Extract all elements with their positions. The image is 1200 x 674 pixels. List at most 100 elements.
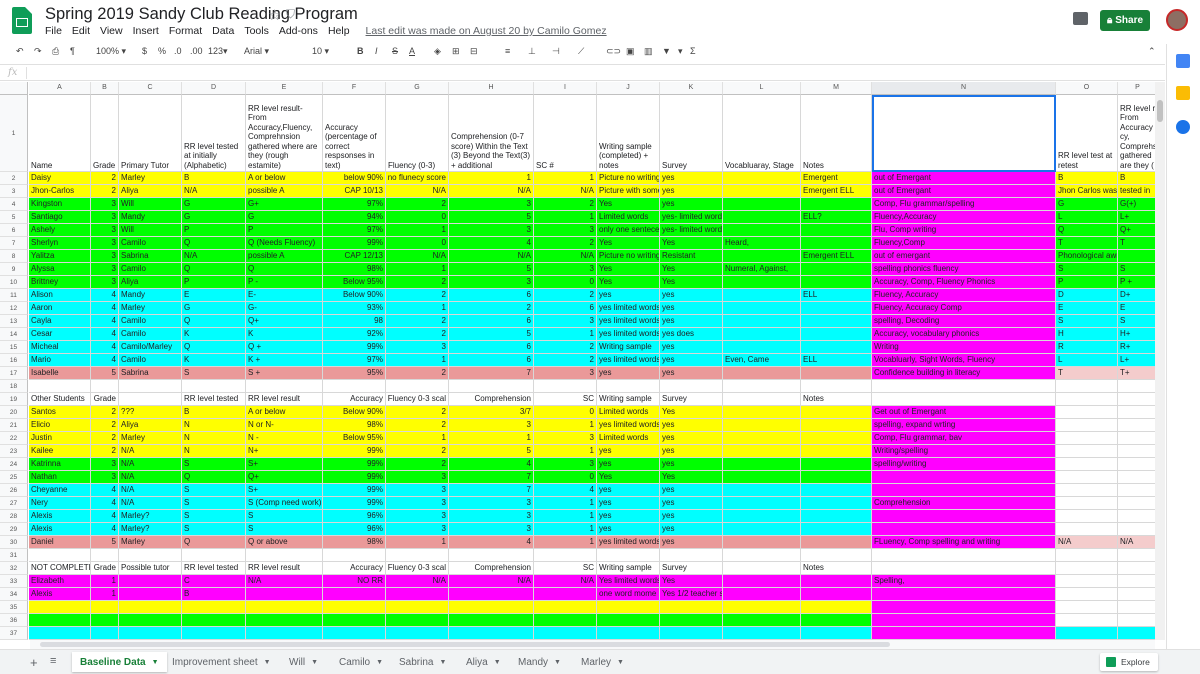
table-cell[interactable] — [723, 341, 801, 354]
table-cell[interactable]: N/A — [534, 250, 597, 263]
table-cell[interactable]: N/A — [386, 185, 449, 198]
table-cell[interactable] — [801, 471, 872, 484]
table-cell[interactable]: 1 — [386, 302, 449, 315]
table-cell[interactable] — [1056, 406, 1118, 419]
table-cell[interactable] — [801, 614, 872, 627]
table-cell[interactable]: 2 — [386, 419, 449, 432]
table-cell[interactable] — [801, 198, 872, 211]
table-cell[interactable] — [723, 224, 801, 237]
table-cell[interactable]: 6 — [449, 315, 534, 328]
table-cell[interactable]: N+ — [246, 445, 323, 458]
table-cell[interactable] — [91, 614, 119, 627]
table-cell[interactable]: B — [182, 172, 246, 185]
table-cell[interactable] — [723, 497, 801, 510]
table-cell[interactable]: Fluency, Accuracy Comp — [872, 302, 1056, 315]
vertical-scrollbar[interactable] — [1155, 82, 1165, 640]
table-cell[interactable]: 2 — [386, 458, 449, 471]
table-cell[interactable]: N or N- — [246, 419, 323, 432]
redo-icon[interactable]: ↷ — [34, 46, 42, 57]
table-cell[interactable] — [323, 380, 386, 393]
table-cell[interactable]: P — [182, 224, 246, 237]
table-cell[interactable]: 5 — [449, 328, 534, 341]
table-cell[interactable] — [872, 380, 1056, 393]
table-cell[interactable] — [801, 458, 872, 471]
table-cell[interactable] — [91, 549, 119, 562]
column-header[interactable]: K — [660, 82, 723, 95]
column-header[interactable]: C — [119, 82, 182, 95]
table-cell[interactable]: Other Students — [29, 393, 91, 406]
column-header[interactable]: D — [182, 82, 246, 95]
table-cell[interactable]: Q — [182, 315, 246, 328]
table-cell[interactable]: L+ — [1118, 354, 1155, 367]
table-cell[interactable]: Vocabluaray, Stage — [723, 95, 801, 172]
table-cell[interactable]: 3 — [534, 315, 597, 328]
table-cell[interactable]: Kailee — [29, 445, 91, 458]
table-cell[interactable] — [534, 380, 597, 393]
table-cell[interactable] — [323, 588, 386, 601]
row-number[interactable]: 20 — [0, 406, 28, 419]
table-cell[interactable]: 2 — [386, 367, 449, 380]
table-cell[interactable]: 3 — [449, 497, 534, 510]
table-cell[interactable] — [801, 224, 872, 237]
table-cell[interactable]: Writing — [872, 341, 1056, 354]
table-cell[interactable] — [801, 328, 872, 341]
row-number[interactable]: 14 — [0, 328, 28, 341]
table-cell[interactable]: spelling phonics fluency — [872, 263, 1056, 276]
table-cell[interactable]: yes limited words — [597, 315, 660, 328]
table-cell[interactable]: G — [182, 198, 246, 211]
table-cell[interactable]: N/A — [182, 185, 246, 198]
table-cell[interactable]: R — [1056, 341, 1118, 354]
table-cell[interactable]: S — [1056, 315, 1118, 328]
font-size-select[interactable]: 10 ▾ — [312, 46, 329, 57]
table-cell[interactable]: 3 — [91, 263, 119, 276]
table-cell[interactable]: 3 — [386, 497, 449, 510]
table-cell[interactable]: Q — [182, 471, 246, 484]
table-cell[interactable]: 3 — [91, 198, 119, 211]
table-cell[interactable]: 3 — [386, 471, 449, 484]
row-number[interactable]: 24 — [0, 458, 28, 471]
explore-button[interactable]: Explore — [1100, 653, 1158, 671]
table-cell[interactable] — [801, 276, 872, 289]
table-cell[interactable] — [1118, 393, 1155, 406]
menu-addons[interactable]: Add-ons — [279, 25, 318, 41]
table-cell[interactable]: Camilo — [119, 237, 182, 250]
table-cell[interactable]: N — [182, 419, 246, 432]
table-cell[interactable]: 4 — [534, 484, 597, 497]
table-cell[interactable] — [872, 588, 1056, 601]
table-cell[interactable]: Daniel — [29, 536, 91, 549]
table-cell[interactable]: N/A — [119, 484, 182, 497]
table-cell[interactable]: Yes — [660, 237, 723, 250]
table-cell[interactable] — [723, 211, 801, 224]
table-cell[interactable]: Fluency, Accuracy — [872, 289, 1056, 302]
table-cell[interactable]: 2 — [91, 445, 119, 458]
undo-icon[interactable]: ↶ — [16, 46, 24, 57]
table-cell[interactable] — [872, 523, 1056, 536]
table-cell[interactable]: Alyssa — [29, 263, 91, 276]
table-cell[interactable]: Sabrina — [119, 250, 182, 263]
table-cell[interactable] — [723, 172, 801, 185]
table-cell[interactable]: CAP 10/13 — [323, 185, 386, 198]
last-edit-link[interactable]: Last edit was made on August 20 by Camil… — [366, 25, 607, 41]
menu-tools[interactable]: Tools — [244, 25, 269, 41]
table-cell[interactable]: Comp, Flu grammar, bav — [872, 432, 1056, 445]
menu-view[interactable]: View — [100, 25, 123, 41]
table-cell[interactable]: E- — [246, 289, 323, 302]
table-cell[interactable]: Phonological awreness — [1056, 250, 1118, 263]
table-cell[interactable]: 3 — [449, 523, 534, 536]
table-cell[interactable] — [723, 588, 801, 601]
table-cell[interactable]: Flu, Comp writing — [872, 224, 1056, 237]
table-cell[interactable] — [119, 393, 182, 406]
filter-icon[interactable]: ▼ — [662, 46, 671, 56]
table-cell[interactable] — [801, 406, 872, 419]
table-cell[interactable] — [872, 510, 1056, 523]
table-cell[interactable]: Accuracy (percentage of correct respsons… — [323, 95, 386, 172]
tab-mandy[interactable]: Mandy ▼ — [518, 652, 561, 672]
table-cell[interactable]: RR level r From Accuracy cy, Comprehs ga… — [1118, 95, 1155, 172]
table-cell[interactable] — [386, 549, 449, 562]
table-cell[interactable]: Fluency,Comp — [872, 237, 1056, 250]
strikethrough-button[interactable]: S — [392, 46, 398, 56]
table-cell[interactable]: A or below — [246, 172, 323, 185]
table-cell[interactable]: one word mome — [597, 588, 660, 601]
table-cell[interactable] — [119, 614, 182, 627]
table-cell[interactable]: Yes — [660, 575, 723, 588]
